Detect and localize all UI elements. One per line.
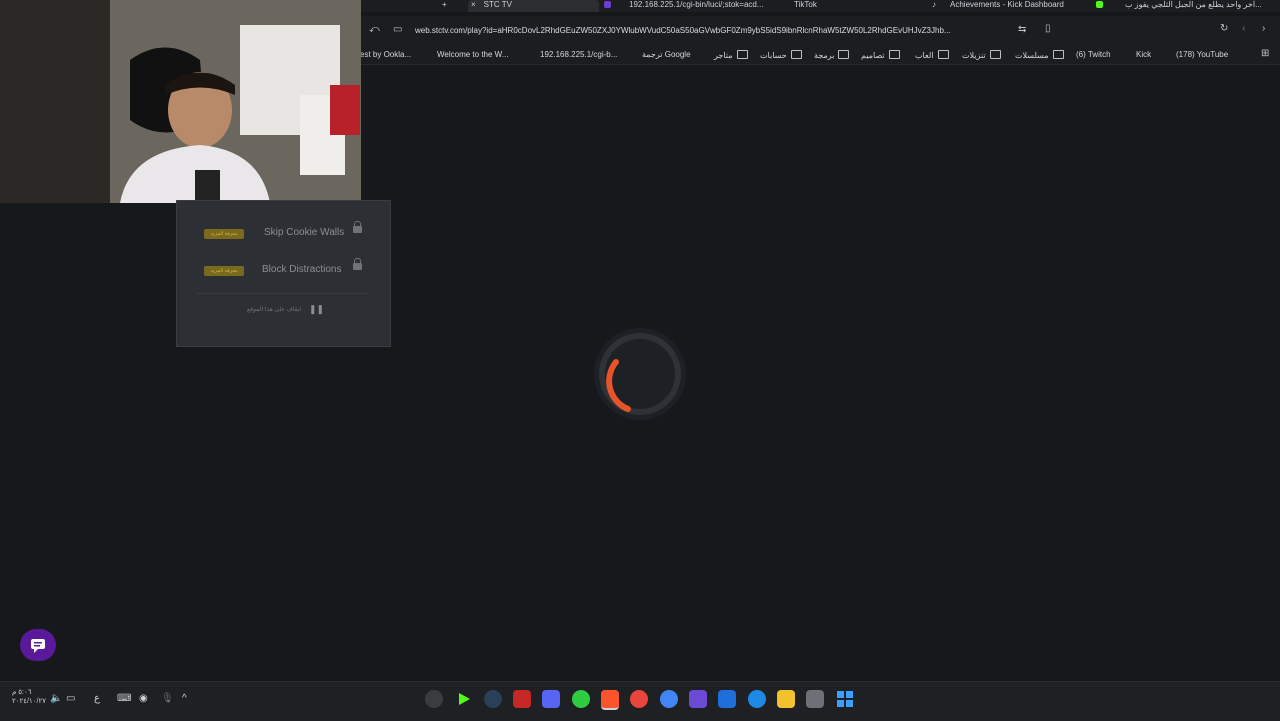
microphone-icon[interactable]: 🎙	[161, 693, 174, 704]
lock-icon	[353, 221, 362, 233]
tune-icon[interactable]: ⇆	[1018, 24, 1026, 35]
bookmark-folder-stores[interactable]: متاجر	[714, 50, 748, 60]
folder-icon	[790, 50, 802, 59]
block-distractions-label: Block Distractions	[262, 264, 342, 275]
bookmark-youtube[interactable]: (178) YouTube	[1176, 50, 1228, 59]
pause-icon: ❚❚	[309, 304, 325, 314]
chat-icon	[31, 639, 45, 653]
vpn-icon[interactable]	[718, 690, 736, 708]
tab-stc-tv[interactable]: × STC TV	[468, 0, 599, 12]
steam-icon[interactable]	[484, 690, 502, 708]
bookmark-folder-games[interactable]: العاب	[915, 50, 949, 60]
kick-icon	[1096, 1, 1103, 8]
webcam-overlay	[0, 0, 361, 203]
keyboard-icon[interactable]: ⌨	[117, 693, 131, 704]
obs-icon[interactable]	[425, 690, 443, 708]
volume-icon[interactable]: 🔈	[50, 693, 62, 704]
tab-title: STC TV	[483, 0, 512, 9]
tray-app-icon[interactable]: ◉	[139, 693, 148, 704]
brave-icon[interactable]	[601, 690, 619, 710]
folder-icon	[736, 50, 748, 59]
forward-icon[interactable]: ›	[1262, 23, 1265, 34]
folder-icon	[937, 50, 949, 59]
extension-popup: معرفة المزيد Skip Cookie Walls معرفة الم…	[176, 200, 391, 347]
bookmark-twitch[interactable]: (6) Twitch	[1076, 50, 1111, 59]
tiktok-icon: ♪	[932, 0, 936, 9]
network-icon[interactable]: ▭	[66, 693, 75, 704]
clock[interactable]: ٥:٠٦ م ٢٠٢٤/١٠/٢٧	[12, 688, 46, 706]
address-input[interactable]: web.stctv.com/play?id=aHR0cDovL2RhdGEuZW…	[415, 26, 1010, 35]
chrome-alt-icon[interactable]	[660, 690, 678, 708]
bookmark-folder-downloads[interactable]: تنزيلات	[962, 50, 1001, 60]
browser-icon[interactable]	[748, 690, 766, 708]
bookmark-folder-accounts[interactable]: حسابات	[760, 50, 802, 60]
folder-icon	[888, 50, 900, 59]
site-info-icon[interactable]: ▭	[393, 24, 402, 35]
file-explorer-icon[interactable]	[777, 690, 795, 708]
app-icon[interactable]	[689, 690, 707, 708]
new-tab-button[interactable]: +	[442, 0, 454, 12]
learn-more-badge[interactable]: معرفة المزيد	[204, 266, 244, 276]
taskbar: ٥:٠٦ م ٢٠٢٤/١٠/٢٧ 🔈 ▭ ع ⌨ ◉ 🎙 ^	[0, 681, 1280, 721]
back-icon[interactable]: ‹	[1242, 23, 1245, 34]
loading-spinner	[590, 324, 690, 424]
bookmark-folder-programming[interactable]: برمجة	[814, 50, 850, 60]
language-indicator[interactable]: ع	[94, 693, 100, 704]
tab-tiktok[interactable]: TikTok	[776, 0, 926, 12]
learn-more-badge[interactable]: معرفة المزيد	[204, 229, 244, 239]
bookmark-folder-designs[interactable]: تصاميم	[861, 50, 900, 60]
show-hidden-icons-icon[interactable]: ^	[182, 693, 187, 704]
tab-router[interactable]: 192.168.225.1/cgi-bin/luci/;stok=acd...	[604, 0, 764, 12]
tab-title: Achievements - Kick Dashboard	[950, 0, 1064, 9]
router-icon	[604, 1, 611, 8]
tab-youtube[interactable]: آخر واحد يطلع من الجبل الثلجي يفوز ب...	[1096, 0, 1280, 12]
bookmark-router[interactable]: 192.168.225.1/cgi-b...	[540, 50, 617, 59]
discord-icon[interactable]	[542, 690, 560, 708]
folder-icon	[838, 50, 850, 59]
chrome-icon[interactable]	[630, 690, 648, 708]
webcam-image	[0, 0, 361, 203]
tab-title: آخر واحد يطلع من الجبل الثلجي يفوز ب...	[1125, 0, 1262, 9]
play-icon[interactable]	[455, 690, 473, 708]
voice-app-icon[interactable]	[513, 690, 531, 708]
tab-title: TikTok	[794, 0, 817, 9]
folder-icon	[989, 50, 1001, 59]
line-icon[interactable]	[572, 690, 590, 708]
reading-list-icon[interactable]: ⊞	[1261, 48, 1269, 59]
bookmark-kick[interactable]: Kick	[1136, 50, 1151, 59]
chat-button[interactable]	[20, 629, 56, 661]
bookmark-folder-series[interactable]: مسلسلات	[1015, 50, 1064, 60]
block-distractions-row[interactable]: معرفة المزيد Block Distractions	[177, 256, 390, 284]
bookmark-ookla[interactable]: est by Ookla...	[360, 50, 411, 59]
task-view-icon[interactable]	[806, 690, 824, 708]
pause-site-button[interactable]: ايقاف على هذا الموقع ❚❚	[197, 293, 369, 326]
bookmark-google-translate[interactable]: ترجمة Google	[642, 50, 691, 59]
lock-icon	[353, 258, 362, 270]
bookmark-icon[interactable]: ▯	[1045, 23, 1051, 34]
reload-icon[interactable]: ↻	[1220, 23, 1228, 34]
folder-icon	[1052, 50, 1064, 59]
windows-start-icon[interactable]	[836, 690, 854, 708]
tab-kick-dashboard[interactable]: ♪ Achievements - Kick Dashboard	[932, 0, 1092, 12]
skip-cookie-walls-label: Skip Cookie Walls	[264, 227, 345, 238]
tab-close-icon[interactable]: ×	[471, 0, 476, 9]
share-icon[interactable]: ⤺	[369, 24, 380, 35]
bookmark-welcome[interactable]: Welcome to the W...	[437, 50, 508, 59]
skip-cookie-walls-row[interactable]: معرفة المزيد Skip Cookie Walls	[177, 219, 390, 247]
tab-title: 192.168.225.1/cgi-bin/luci/;stok=acd...	[629, 0, 764, 9]
